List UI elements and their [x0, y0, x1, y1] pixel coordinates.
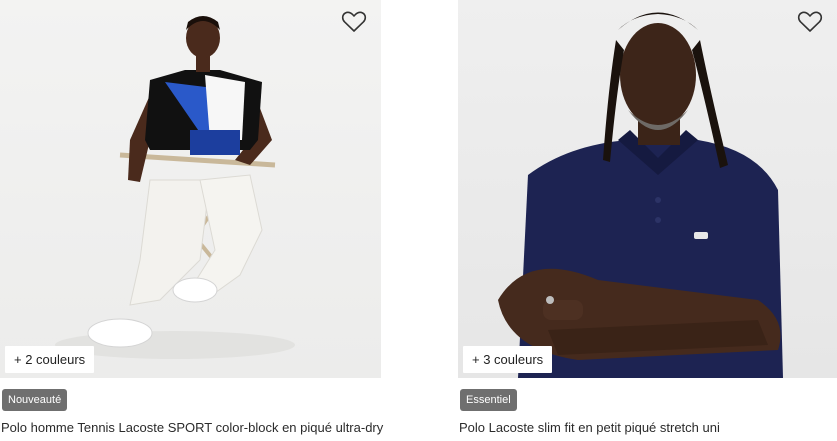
model-photo-illustration — [498, 12, 783, 378]
product-image[interactable]: + 3 couleurs — [458, 0, 837, 378]
heart-outline-icon — [341, 11, 367, 32]
status-badge: Nouveauté — [2, 389, 68, 411]
product-image[interactable]: + 2 couleurs — [0, 0, 381, 378]
wishlist-button[interactable] — [797, 10, 823, 34]
product-card[interactable]: + 3 couleurs Essentiel Polo Lacoste slim… — [458, 0, 837, 435]
model-photo-illustration — [55, 16, 295, 359]
product-name[interactable]: Polo homme Tennis Lacoste SPORT color-bl… — [1, 420, 383, 435]
more-colors-link[interactable]: + 3 couleurs — [463, 346, 553, 373]
wishlist-button[interactable] — [341, 10, 367, 34]
status-badge: Essentiel — [460, 389, 517, 411]
more-colors-link[interactable]: + 2 couleurs — [5, 346, 95, 373]
product-card[interactable]: + 2 couleurs Nouveauté Polo homme Tennis… — [0, 0, 383, 435]
heart-outline-icon — [797, 11, 823, 32]
product-name[interactable]: Polo Lacoste slim fit en petit piqué str… — [459, 420, 837, 435]
